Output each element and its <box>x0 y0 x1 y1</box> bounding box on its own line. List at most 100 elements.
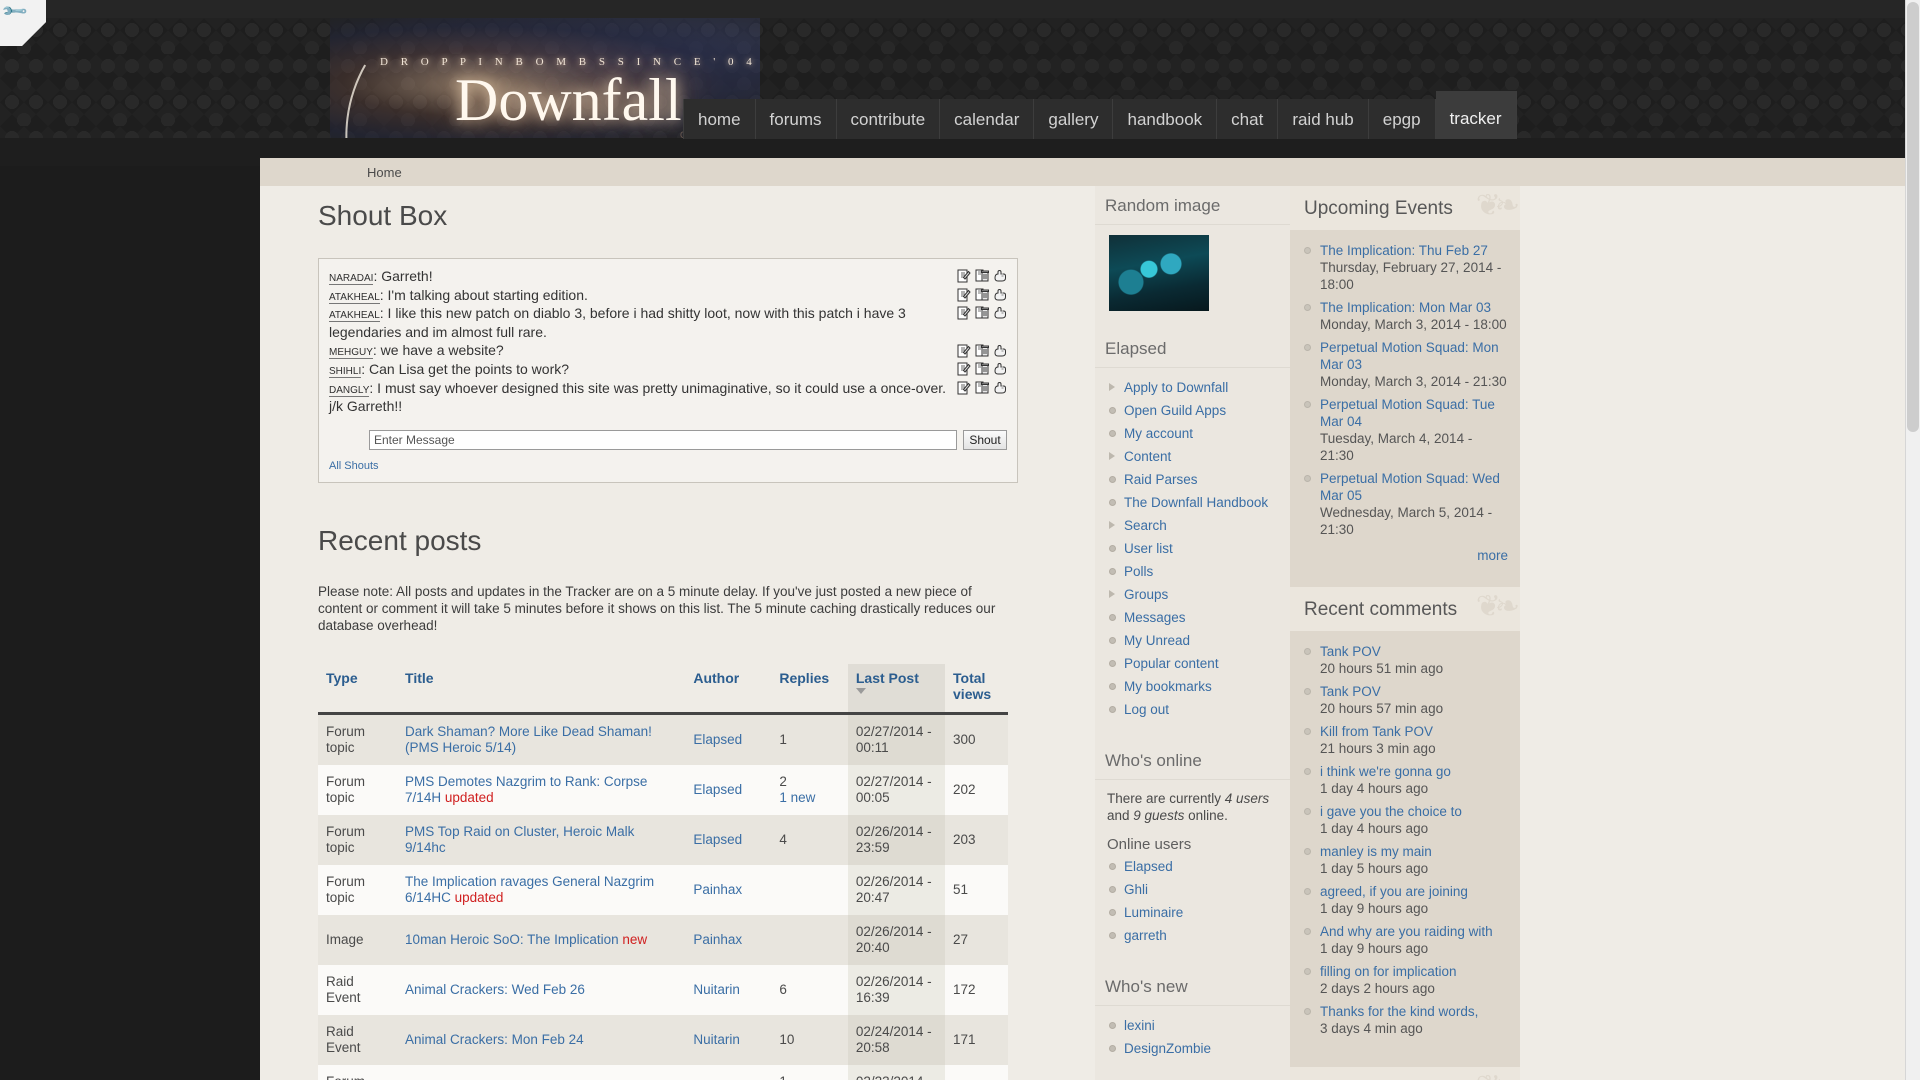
edit-icon[interactable] <box>957 381 971 395</box>
list-item[interactable]: garreth <box>1107 926 1278 949</box>
edit-icon[interactable] <box>957 362 971 376</box>
list-item[interactable]: Ghli <box>1107 880 1278 903</box>
comment-link[interactable]: i think we're gonna go <box>1320 764 1451 779</box>
column-header-title[interactable]: Title <box>397 663 686 715</box>
menu-link-popular-content[interactable]: Popular content <box>1124 656 1219 671</box>
list-item[interactable]: Messages <box>1107 608 1278 631</box>
delete-icon[interactable] <box>975 344 989 358</box>
author-link[interactable]: Elapsed <box>693 782 742 797</box>
shout-input[interactable] <box>369 429 957 450</box>
edit-icon[interactable] <box>957 269 971 283</box>
list-item[interactable]: Open Guild Apps <box>1107 401 1278 424</box>
shout-author[interactable]: Dangly <box>329 379 370 397</box>
column-header-replies[interactable]: Replies <box>771 663 848 715</box>
events-more-link[interactable]: more <box>1477 548 1508 563</box>
menu-link-my-account[interactable]: My account <box>1124 426 1193 441</box>
post-title-link[interactable]: PMS Top Raid on Cluster, Heroic Malk 9/1… <box>405 824 634 855</box>
list-item[interactable]: manley is my main 1 day 5 hours ago <box>1302 843 1508 883</box>
shout-author[interactable]: Naradai <box>329 268 374 285</box>
ban-icon[interactable] <box>993 381 1007 395</box>
post-title-link[interactable]: Dark Shaman? More Like Dead Shaman! (PMS… <box>405 724 652 755</box>
comment-link[interactable]: i gave you the choice to <box>1320 804 1462 819</box>
event-link[interactable]: The Implication: Thu Feb 27 <box>1320 243 1488 258</box>
shout-author[interactable]: Mehguy <box>329 342 373 360</box>
ban-icon[interactable] <box>993 362 1007 376</box>
list-item[interactable]: The Implication: Mon Mar 03 Monday, March… <box>1302 299 1508 339</box>
list-item[interactable]: Luminaire <box>1107 903 1278 926</box>
list-item[interactable]: Log out <box>1107 700 1278 723</box>
comment-link[interactable]: Thanks for the kind words, <box>1320 1004 1478 1019</box>
table-row[interactable]: Raid Event Animal Crackers: Wed Feb 26 Nui… <box>318 964 1008 1015</box>
edit-icon[interactable] <box>957 344 971 358</box>
menu-link-apply-to-downfall[interactable]: Apply to Downfall <box>1124 380 1228 395</box>
comment-link[interactable]: And why are you raiding with <box>1320 924 1493 939</box>
page-scrollbar[interactable] <box>1905 0 1920 1080</box>
nav-item-forums[interactable]: forums <box>755 99 837 139</box>
online-user-elapsed[interactable]: Elapsed <box>1124 859 1173 874</box>
user-menu-list[interactable]: Apply to Downfall Open Guild Apps My accou… <box>1107 378 1278 723</box>
recent-comments-list[interactable]: Tank POV 20 hours 51 min ago Tank POV 20 ho… <box>1302 643 1508 1043</box>
list-item[interactable]: Thanks for the kind words, 3 days 4 min a… <box>1302 1003 1508 1043</box>
list-item[interactable]: i gave you the choice to 1 day 4 hours ag… <box>1302 803 1508 843</box>
menu-link-my-unread[interactable]: My Unread <box>1124 633 1190 648</box>
column-header-author[interactable]: Author <box>685 663 772 715</box>
list-item[interactable]: My account <box>1107 424 1278 447</box>
ban-icon[interactable] <box>993 269 1007 283</box>
comment-link[interactable]: filling on for implication <box>1320 964 1457 979</box>
comment-link[interactable]: agreed, if you are joining <box>1320 884 1468 899</box>
list-item[interactable]: Perpetual Motion Squad: Wed Mar 05 Wednes… <box>1302 470 1508 544</box>
nav-item-gallery[interactable]: gallery <box>1034 99 1114 139</box>
delete-icon[interactable] <box>975 362 989 376</box>
new-user-lexini[interactable]: lexini <box>1124 1018 1155 1033</box>
menu-link-messages[interactable]: Messages <box>1124 610 1186 625</box>
event-link[interactable]: The Implication: Mon Mar 03 <box>1320 300 1491 315</box>
author-link[interactable]: Elapsed <box>693 732 742 747</box>
list-item[interactable]: The Downfall Handbook <box>1107 493 1278 516</box>
edit-icon[interactable] <box>957 288 971 302</box>
delete-icon[interactable] <box>975 269 989 283</box>
list-item[interactable]: My bookmarks <box>1107 677 1278 700</box>
table-row[interactable]: Raid Event Animal Crackers: Mon Feb 24 Nui… <box>318 1014 1008 1065</box>
admin-corner-ribbon[interactable]: 🔧 <box>0 0 46 46</box>
upcoming-events-list[interactable]: The Implication: Thu Feb 27 Thursday, Feb… <box>1302 242 1508 544</box>
list-item[interactable]: User list <box>1107 539 1278 562</box>
nav-item-tracker[interactable]: tracker <box>1435 91 1517 139</box>
edit-icon[interactable] <box>957 306 971 320</box>
post-title-link[interactable]: Animal Crackers: Wed Feb 26 <box>405 982 585 997</box>
shout-action-row[interactable] <box>955 360 1007 379</box>
menu-link-open-guild-apps[interactable]: Open Guild Apps <box>1124 403 1226 418</box>
menu-link-user-list[interactable]: User list <box>1124 541 1173 556</box>
column-header-total-views[interactable]: Total views <box>945 663 1008 715</box>
list-item[interactable]: Raid Parses <box>1107 470 1278 493</box>
delete-icon[interactable] <box>975 306 989 320</box>
author-link[interactable]: Nuitarin <box>693 982 740 997</box>
column-header-type[interactable]: Type <box>318 663 398 715</box>
shout-author[interactable]: Atakheal <box>329 286 380 304</box>
list-item[interactable]: Tank POV 20 hours 57 min ago <box>1302 683 1508 723</box>
new-user-designzombie[interactable]: DesignZombie <box>1124 1041 1211 1056</box>
shout-action-row[interactable] <box>955 379 1007 398</box>
menu-link-raid-parses[interactable]: Raid Parses <box>1124 472 1198 487</box>
shout-action-row[interactable] <box>955 304 1007 323</box>
post-title-link[interactable]: The Implication ravages General Nazgrim … <box>405 874 654 905</box>
author-link[interactable]: Nuitarin <box>693 1032 740 1047</box>
list-item[interactable]: My Unread <box>1107 631 1278 654</box>
breadcrumb-home[interactable]: Home <box>367 165 402 180</box>
author-link[interactable]: Painhax <box>693 932 742 947</box>
comment-link[interactable]: Kill from Tank POV <box>1320 724 1433 739</box>
menu-link-content[interactable]: Content <box>1124 449 1171 464</box>
nav-item-contribute[interactable]: contribute <box>836 99 941 139</box>
shout-action-row[interactable] <box>955 267 1007 286</box>
online-users-list[interactable]: Elapsed Ghli Luminaire garreth <box>1107 857 1278 949</box>
shout-author[interactable]: Shihli <box>329 360 362 378</box>
post-title-link[interactable]: 10man Heroic SoO: The Implication <box>405 932 619 947</box>
list-item[interactable]: DesignZombie <box>1107 1039 1278 1062</box>
comment-link[interactable]: manley is my main <box>1320 844 1432 859</box>
shout-action-row[interactable] <box>955 341 1007 360</box>
online-user-luminaire[interactable]: Luminaire <box>1124 905 1183 920</box>
delete-icon[interactable] <box>975 381 989 395</box>
comment-link[interactable]: Tank POV <box>1320 684 1381 699</box>
table-row[interactable]: Forum topic PMS Top Raid on Cluster, Hero… <box>318 814 1008 865</box>
list-item[interactable]: Apply to Downfall <box>1107 378 1278 401</box>
author-link[interactable]: Elapsed <box>693 832 742 847</box>
